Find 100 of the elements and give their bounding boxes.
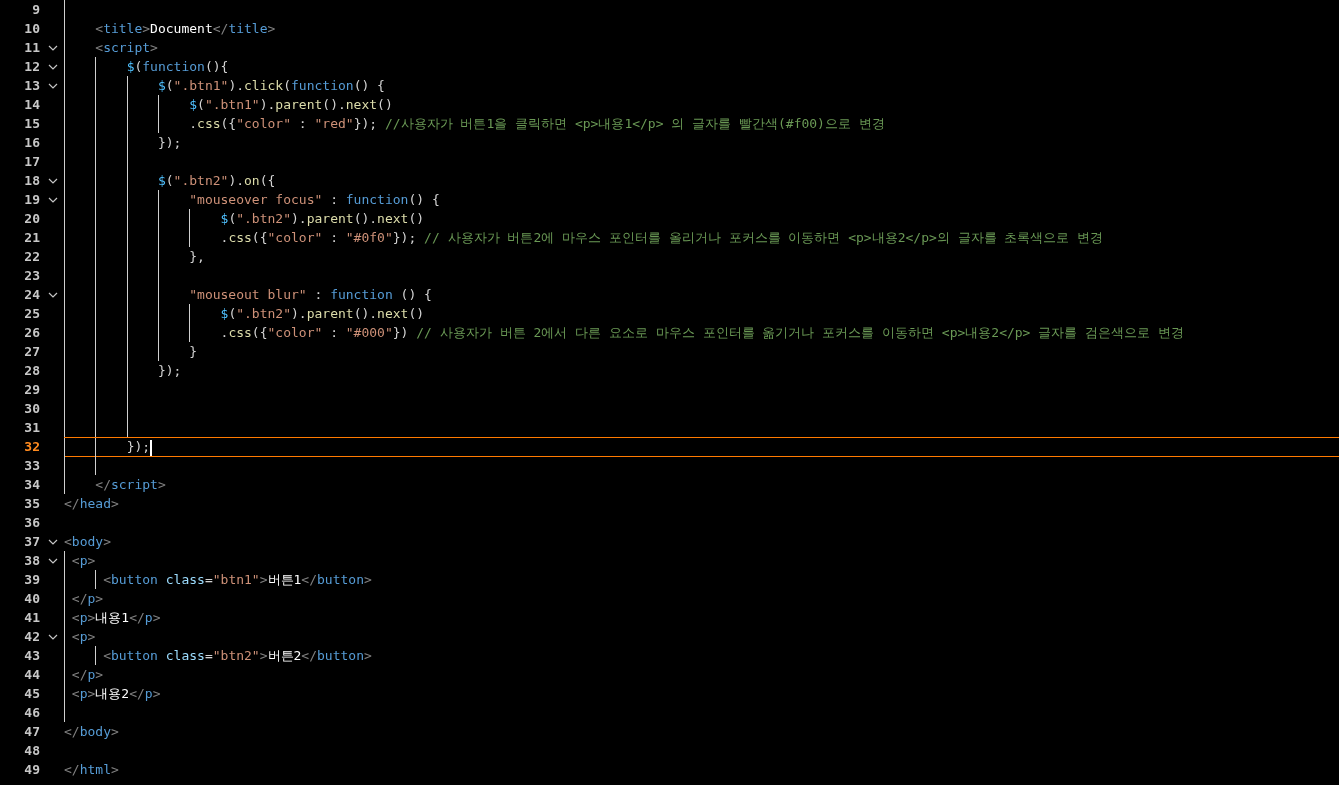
code-punctuation: : <box>314 287 324 302</box>
tag-bracket: </ <box>301 648 317 663</box>
code-keyword: function <box>291 78 354 93</box>
code-comment: //사용자가 버튼1을 클릭하면 <p>내용1</p> 의 글자를 빨간색(#f00)으로 변경 <box>384 116 885 131</box>
tag-bracket: > <box>87 686 96 701</box>
code-string: "color" <box>267 325 323 340</box>
code-punctuation: ({ <box>220 116 237 131</box>
code-string: "color" <box>236 116 291 131</box>
code-punctuation: }); <box>353 116 378 131</box>
tag-name: p <box>144 610 153 625</box>
chevron-icon[interactable] <box>48 63 58 70</box>
code-punctuation: (){ <box>204 59 229 74</box>
tag-bracket: > <box>87 629 96 644</box>
tag-bracket: < <box>71 629 80 644</box>
method-name: on <box>244 173 260 188</box>
code-punctuation: : <box>330 230 339 245</box>
line-number: 9 <box>31 1 40 19</box>
line-number: 12 <box>23 58 40 76</box>
attribute-name: class <box>165 572 205 587</box>
line-number: 26 <box>23 324 40 342</box>
code-punctuation: () { <box>400 287 432 302</box>
code-punctuation: = <box>204 572 213 587</box>
line-number: 46 <box>23 704 40 722</box>
code-identifier: $ <box>157 78 166 93</box>
tag-bracket: > <box>150 40 158 55</box>
code-punctuation: ( <box>228 306 237 321</box>
line-number: 18 <box>23 172 40 190</box>
line-number: 40 <box>23 590 40 608</box>
method-name: click <box>244 78 284 93</box>
tag-name: p <box>79 610 88 625</box>
tag-name: head <box>79 496 111 511</box>
line-number: 11 <box>23 39 40 57</box>
code-punctuation: () <box>408 211 425 226</box>
line-number: 16 <box>23 134 40 152</box>
chevron-icon[interactable] <box>48 177 58 184</box>
method-name: css <box>228 230 252 245</box>
code-text: 버튼1 <box>267 572 302 587</box>
code-punctuation: : <box>330 325 339 340</box>
code-keyword: function <box>345 192 409 207</box>
tag-name: p <box>87 591 96 606</box>
code-string: "#0f0" <box>345 230 393 245</box>
tag-name: script <box>103 40 151 55</box>
line-number: 44 <box>23 666 40 684</box>
tag-name: body <box>71 534 104 549</box>
tag-bracket: > <box>110 496 119 511</box>
code-punctuation: ({ <box>251 325 268 340</box>
tag-bracket: > <box>110 762 119 777</box>
code-punctuation: ( <box>228 211 237 226</box>
code-string: "mouseout blur" <box>189 287 307 302</box>
chevron-icon[interactable] <box>48 291 58 298</box>
tag-name: script <box>110 477 158 492</box>
tag-bracket: < <box>95 40 104 55</box>
tag-bracket: </ <box>301 572 317 587</box>
chevron-icon[interactable] <box>48 633 58 640</box>
chevron-icon[interactable] <box>48 196 58 203</box>
line-number: 32 <box>23 438 40 456</box>
text-cursor <box>150 439 153 456</box>
code-punctuation: ( <box>165 78 174 93</box>
code-string: ".btn2" <box>236 211 291 226</box>
tag-bracket: </ <box>129 686 145 701</box>
code-punctuation: . <box>220 230 229 245</box>
code-punctuation: }, <box>189 249 205 264</box>
line-number: 15 <box>23 115 40 133</box>
tag-bracket: > <box>259 572 268 587</box>
chevron-icon[interactable] <box>48 44 58 51</box>
tag-bracket: > <box>364 572 372 587</box>
line-number: 35 <box>23 495 40 513</box>
tag-bracket: > <box>110 724 119 739</box>
code-string: "red" <box>314 116 354 131</box>
code-punctuation: = <box>204 648 213 663</box>
tag-bracket: < <box>71 553 80 568</box>
code-identifier: $ <box>189 97 198 112</box>
tag-name: p <box>79 629 88 644</box>
tag-bracket: </ <box>64 724 80 739</box>
tag-bracket: > <box>95 667 104 682</box>
method-name: parent <box>275 97 323 112</box>
chevron-icon[interactable] <box>48 557 58 564</box>
tag-name: button <box>317 648 364 663</box>
line-number: 34 <box>23 476 40 494</box>
tag-name: p <box>79 553 88 568</box>
method-name: next <box>377 306 409 321</box>
line-number: 49 <box>23 761 40 779</box>
code-identifier: $ <box>220 306 229 321</box>
line-number: 30 <box>23 400 40 418</box>
line-number: 13 <box>23 77 40 95</box>
line-number: 14 <box>23 96 40 114</box>
attribute-name: class <box>165 648 205 663</box>
tag-bracket: > <box>157 477 166 492</box>
code-comment: // 사용자가 버튼2에 마우스 포인터를 올리거나 포커스를 이동하면 <p>내용2</p>의 글자를 초록색으로 변경 <box>424 230 1104 245</box>
code-string: ".btn1" <box>204 97 260 112</box>
code-text: 내용1 <box>95 610 130 625</box>
code-keyword: function <box>330 287 393 302</box>
code-punctuation: }) <box>392 325 409 340</box>
chevron-icon[interactable] <box>48 82 58 89</box>
line-number: 27 <box>23 343 40 361</box>
chevron-icon[interactable] <box>48 538 58 545</box>
tag-bracket: </ <box>71 591 88 606</box>
code-comment: // 사용자가 버튼 2에서 다른 요소로 마우스 포인터를 옮기거나 포커스를 이동하면 <p>내용2</p> 글자를 검은색으로 변경 <box>416 325 1184 340</box>
code-punctuation: }); <box>126 439 151 454</box>
tag-name: title <box>103 21 143 36</box>
